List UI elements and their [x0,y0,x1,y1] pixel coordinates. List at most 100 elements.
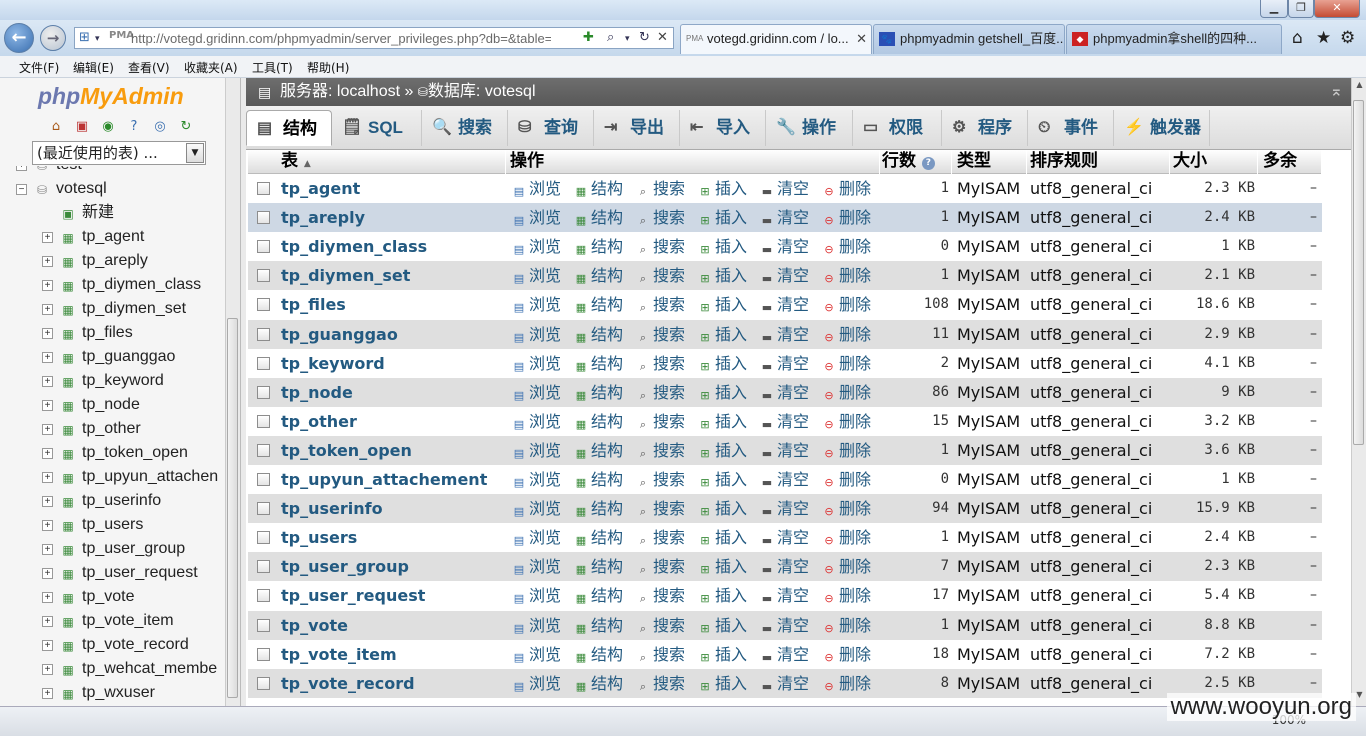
reload-icon[interactable]: ↻ [178,119,194,135]
drop-action[interactable]: ⊖ 删除 [822,436,871,465]
structure-action[interactable]: ▦ 结构 [574,320,623,349]
search-action[interactable]: ⌕ 搜索 [636,232,685,261]
search-action[interactable]: ⌕ 搜索 [636,349,685,378]
expand-icon[interactable]: + [42,640,53,651]
insert-action[interactable]: ⊞ 插入 [698,611,747,640]
expand-icon[interactable]: + [42,664,53,675]
tree-table-tp_keyword[interactable]: + ▦ tp_keyword [0,370,225,394]
table-row[interactable]: tp_user_request ▤ 浏览 ▦ 结构 ⌕ 搜索 ⊞ 插入 ▬ 清空 ⊖ 删除 17 MyISA… [248,581,1322,611]
tree-label[interactable]: test [56,166,82,176]
insert-action[interactable]: ⊞ 插入 [698,232,747,261]
search-action[interactable]: ⌕ 搜索 [636,640,685,669]
breadcrumb-database[interactable]: 数据库: votesql [428,83,536,100]
browse-action[interactable]: ▤ 浏览 [512,552,561,581]
structure-action[interactable]: ▦ 结构 [574,290,623,319]
drop-action[interactable]: ⊖ 删除 [822,320,871,349]
tree-table-tp_other[interactable]: + ▦ tp_other [0,418,225,442]
browse-action[interactable]: ▤ 浏览 [512,320,561,349]
drop-action[interactable]: ⊖ 删除 [822,349,871,378]
empty-action[interactable]: ▬ 清空 [760,174,809,203]
row-checkbox[interactable] [257,618,270,632]
close-tab-icon[interactable]: ✕ [856,25,867,53]
expand-icon[interactable]: + [42,400,53,411]
expand-icon[interactable]: + [42,424,53,435]
browse-action[interactable]: ▤ 浏览 [512,290,561,319]
browse-action[interactable]: ▤ 浏览 [512,581,561,610]
table-size[interactable]: 1 KB [1173,232,1255,261]
empty-action[interactable]: ▬ 清空 [760,611,809,640]
insert-action[interactable]: ⊞ 插入 [698,669,747,698]
menu-view[interactable]: 查看(V) [128,59,170,76]
close-window-button[interactable]: ✕ [1314,0,1360,18]
insert-action[interactable]: ⊞ 插入 [698,436,747,465]
search-action[interactable]: ⌕ 搜索 [636,407,685,436]
table-row[interactable]: tp_user_group ▤ 浏览 ▦ 结构 ⌕ 搜索 ⊞ 插入 ▬ 清空 ⊖ 删除 7 MyISAM ut… [248,552,1322,582]
tree-label[interactable]: tp_vote_item [82,610,174,632]
tree-label[interactable]: tp_guanggao [82,346,175,368]
table-name-link[interactable]: tp_token_open [281,436,412,465]
table-row[interactable]: tp_userinfo ▤ 浏览 ▦ 结构 ⌕ 搜索 ⊞ 插入 ▬ 清空 ⊖ 删除 94 MyISAM utf… [248,494,1322,524]
expand-icon[interactable]: + [42,616,53,627]
row-checkbox[interactable] [257,182,270,195]
row-checkbox[interactable] [257,269,270,283]
empty-action[interactable]: ▬ 清空 [760,465,809,494]
tree-label[interactable]: votesql [56,178,107,200]
structure-action[interactable]: ▦ 结构 [574,349,623,378]
row-checkbox[interactable] [257,385,270,399]
tree-table-tp_vote[interactable]: + ▦ tp_vote [0,586,225,610]
expand-icon[interactable]: + [42,280,53,291]
drop-action[interactable]: ⊖ 删除 [822,407,871,436]
tree-table-tp_guanggao[interactable]: + ▦ tp_guanggao [0,346,225,370]
table-size[interactable]: 2.3 KB [1173,552,1255,581]
table-row[interactable]: tp_upyun_attachement ▤ 浏览 ▦ 结构 ⌕ 搜索 ⊞ 插入 ▬ 清空 ⊖ 删除 0 M… [248,465,1322,494]
structure-action[interactable]: ▦ 结构 [574,611,623,640]
menu-help[interactable]: 帮助(H) [307,59,349,76]
table-size[interactable]: 2.4 KB [1173,523,1255,552]
table-name-link[interactable]: tp_vote_record [281,669,415,698]
empty-action[interactable]: ▬ 清空 [760,378,809,407]
menu-tools[interactable]: 工具(T) [252,59,293,76]
sql-docs-icon[interactable]: ◎ [152,119,168,135]
row-checkbox[interactable] [257,298,270,312]
drop-action[interactable]: ⊖ 删除 [822,581,871,610]
drop-action[interactable]: ⊖ 删除 [822,640,871,669]
tree-label[interactable]: tp_token_open [82,442,188,464]
tree-label[interactable]: tp_other [82,418,141,440]
breadcrumb-server[interactable]: 服务器: localhost [280,83,400,100]
expand-icon[interactable]: + [42,472,53,483]
row-checkbox[interactable] [257,356,270,370]
tree-label[interactable]: tp_user_request [82,562,198,584]
table-row[interactable]: tp_files ▤ 浏览 ▦ 结构 ⌕ 搜索 ⊞ 插入 ▬ 清空 ⊖ 删除 108 MyISAM utf8_… [248,290,1322,320]
tree-table-tp_node[interactable]: + ▦ tp_node [0,394,225,418]
table-size[interactable]: 3.2 KB [1173,407,1255,436]
table-size[interactable]: 2.9 KB [1173,320,1255,349]
structure-action[interactable]: ▦ 结构 [574,174,623,203]
table-name-link[interactable]: tp_user_request [281,581,425,610]
structure-action[interactable]: ▦ 结构 [574,436,623,465]
browser-tab-2[interactable]: 🐾 phpmyadmin getshell_百度... [873,24,1065,54]
expand-icon[interactable]: + [42,304,53,315]
address-text[interactable]: http://votegd.gridinn.com/phpmyadmin/ser… [131,31,551,46]
table-name-link[interactable]: tp_agent [281,174,360,203]
tree-table-tp_diymen_class[interactable]: + ▦ tp_diymen_class [0,274,225,298]
back-button[interactable]: ← [4,23,34,53]
menu-file[interactable]: 文件(F) [19,59,59,76]
tree-table-tp_agent[interactable]: + ▦ tp_agent [0,226,225,250]
expand-icon[interactable]: + [42,592,53,603]
tree-table-tp_wxuser[interactable]: + ▦ tp_wxuser [0,682,225,706]
row-checkbox[interactable] [257,473,270,486]
tree-db-test[interactable]: + ⛁ test [0,166,225,178]
help-icon[interactable]: ? [921,157,935,170]
table-row[interactable]: tp_other ▤ 浏览 ▦ 结构 ⌕ 搜索 ⊞ 插入 ▬ 清空 ⊖ 删除 15 MyISAM utf8_g… [248,406,1322,436]
table-size[interactable]: 18.6 KB [1173,290,1255,319]
browse-action[interactable]: ▤ 浏览 [512,494,561,523]
search-action[interactable]: ⌕ 搜索 [636,261,685,290]
drop-action[interactable]: ⊖ 删除 [822,261,871,290]
home-icon[interactable]: ⌂ [48,119,64,135]
table-name-link[interactable]: tp_node [281,378,353,407]
structure-action[interactable]: ▦ 结构 [574,669,623,698]
insert-action[interactable]: ⊞ 插入 [698,320,747,349]
table-name-link[interactable]: tp_users [281,523,357,552]
browser-tab-1[interactable]: PMA votegd.gridinn.com / lo... ✕ [680,24,872,54]
table-row[interactable]: tp_vote_record ▤ 浏览 ▦ 结构 ⌕ 搜索 ⊞ 插入 ▬ 清空 ⊖ 删除 8 MyISAM u… [248,668,1322,698]
